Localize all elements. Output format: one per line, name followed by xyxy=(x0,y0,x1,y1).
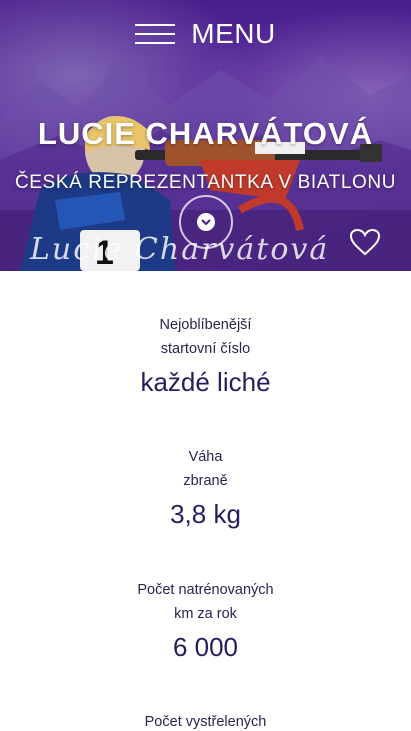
stat-label: Nejoblíbenější xyxy=(159,317,252,333)
stat-label: Váha xyxy=(188,449,223,465)
stat-item: Počet vystřelených xyxy=(0,710,411,731)
hamburger-icon[interactable] xyxy=(135,22,176,46)
scroll-down-button[interactable] xyxy=(179,195,233,249)
stat-item: Váha zbraně 3,8 kg xyxy=(0,445,411,531)
stat-value: 3,8 kg xyxy=(170,499,241,529)
stat-value: každé liché xyxy=(140,367,271,397)
stat-label: Počet vystřelených xyxy=(144,714,267,730)
menu-label[interactable]: MENU xyxy=(191,20,275,48)
hero-banner: 1 MENU LUCIE CHARVÁTOVÁ ČESKÁ REPREZENTA… xyxy=(0,0,411,271)
stat-label: Počet natrénovaných xyxy=(137,582,274,598)
stat-label: km za rok xyxy=(174,606,237,622)
stat-item: Nejoblíbenější startovní číslo každé lic… xyxy=(0,313,411,399)
menu-toggle[interactable]: MENU xyxy=(0,14,411,54)
page-subtitle: ČESKÁ REPREZENTANTKA V BIATLONU xyxy=(14,172,397,193)
page-title: LUCIE CHARVÁTOVÁ xyxy=(37,116,374,151)
chevron-down-icon xyxy=(197,213,215,231)
stat-value: 6 000 xyxy=(172,632,239,662)
stat-label: zbraně xyxy=(183,473,228,489)
signature: Lucie Charvátová xyxy=(30,232,330,267)
stat-item: Počet natrénovaných km za rok 6 000 xyxy=(0,578,411,664)
heart-icon[interactable] xyxy=(349,228,381,256)
stat-label: startovní číslo xyxy=(160,341,251,357)
